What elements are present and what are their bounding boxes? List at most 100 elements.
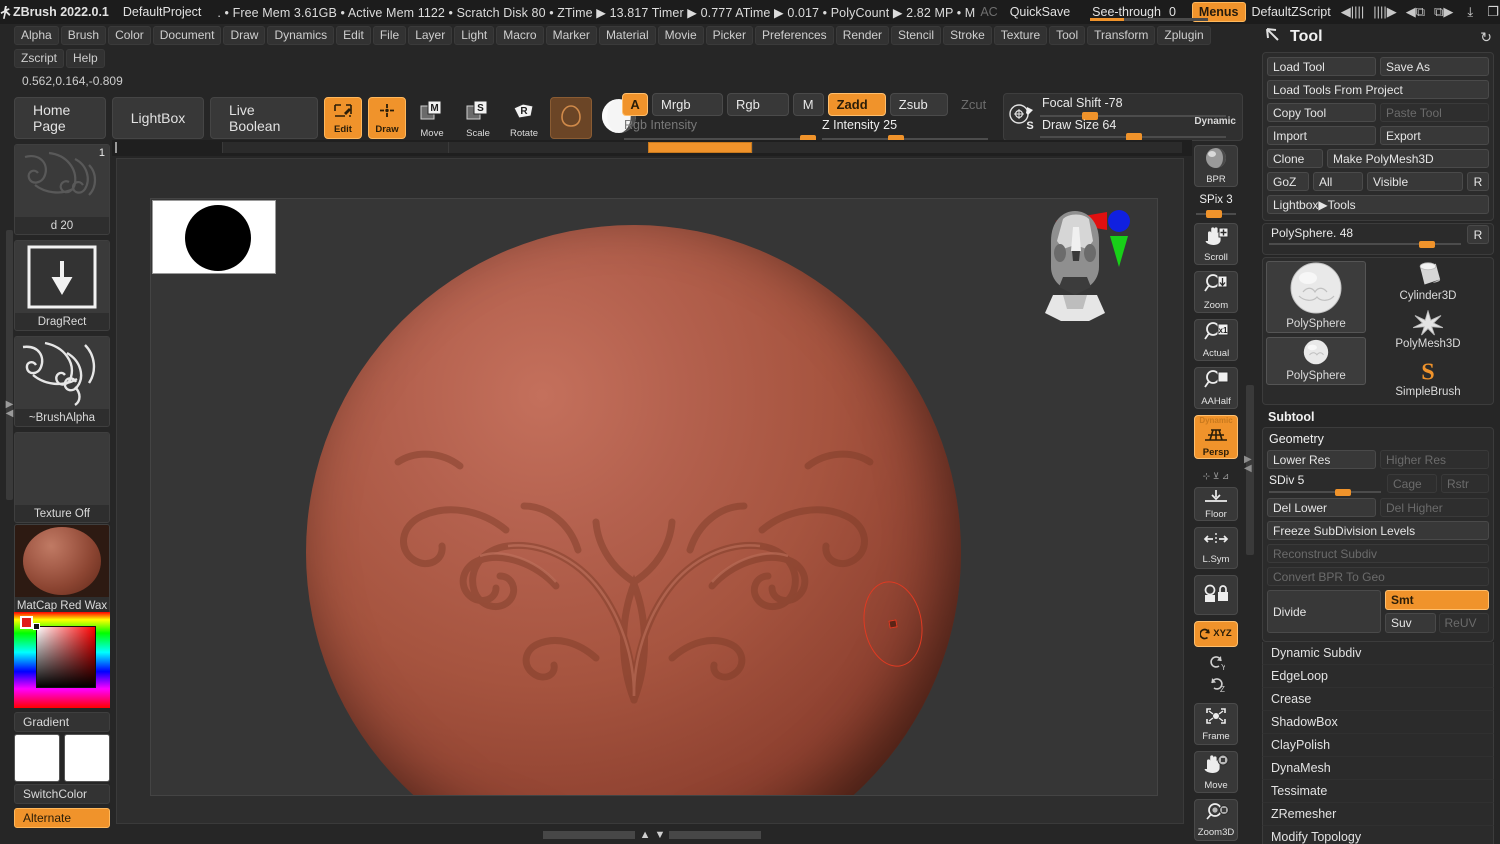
import-button[interactable]: Import [1267, 126, 1376, 145]
document-bottom-scrollbar[interactable]: ▲ ▼ [112, 826, 1192, 844]
lower-res-button[interactable]: Lower Res [1267, 450, 1376, 469]
menu-item-light[interactable]: Light [454, 26, 494, 45]
scroll-button[interactable]: Scroll [1194, 223, 1238, 265]
sdiv-knob[interactable] [1335, 489, 1351, 496]
gradient-button[interactable]: Gradient [14, 712, 110, 732]
list-item-dynamic-subdiv[interactable]: Dynamic Subdiv [1262, 642, 1494, 665]
menu-item-color[interactable]: Color [108, 26, 151, 45]
menu-item-zplugin[interactable]: Zplugin [1157, 26, 1210, 45]
zoom-3d-button[interactable]: Zoom3D [1194, 799, 1238, 841]
menu-item-render[interactable]: Render [836, 26, 889, 45]
right-tray-collapse-icon[interactable]: ||||▶ [1373, 4, 1397, 20]
tool-item-polysphere-large[interactable]: PolySphere [1266, 261, 1366, 333]
document-top-scrollbar[interactable] [112, 140, 1192, 156]
menu-item-movie[interactable]: Movie [658, 26, 704, 45]
menu-item-alpha[interactable]: Alpha [14, 26, 59, 45]
del-lower-button[interactable]: Del Lower [1267, 498, 1376, 517]
menu-item-file[interactable]: File [373, 26, 406, 45]
tool-item-simplebrush[interactable]: S SimpleBrush [1370, 357, 1486, 401]
dynamic-label[interactable]: Dynamic [1194, 116, 1236, 127]
tray-arrow-left-icon[interactable]: ◀ [6, 409, 14, 418]
ornamented-sphere-model[interactable] [306, 225, 961, 796]
mrgb-button[interactable]: Mrgb [652, 93, 723, 116]
see-through-track[interactable] [1090, 18, 1208, 21]
scale-mode-button[interactable]: S Scale [458, 97, 498, 139]
switchcolor-button[interactable]: SwitchColor [14, 784, 110, 804]
maximize-icon[interactable]: ❐ [1487, 4, 1499, 20]
material-palette-slot[interactable]: MatCap Red Wax [14, 524, 110, 615]
lightbox-button[interactable]: LightBox [112, 97, 204, 139]
left-tray-collapse-icon[interactable]: ◀|||| [1341, 4, 1365, 20]
paste-tool-button[interactable]: Paste Tool [1380, 103, 1489, 122]
edit-mode-button[interactable]: Edit [324, 97, 362, 139]
sdiv-slider[interactable]: SDiv 5 [1267, 473, 1383, 494]
menu-item-edit[interactable]: Edit [336, 26, 371, 45]
cage-button[interactable]: Cage [1387, 474, 1437, 493]
back-chevron-icon[interactable] [1264, 26, 1282, 49]
freeze-subdivision-levels-button[interactable]: Freeze SubDivision Levels [1267, 521, 1489, 540]
list-item-crease[interactable]: Crease [1262, 688, 1494, 711]
export-button[interactable]: Export [1380, 126, 1489, 145]
rgb-button[interactable]: Rgb [727, 93, 789, 116]
higher-res-button[interactable]: Higher Res [1380, 450, 1489, 469]
reconstruct-subdiv-button[interactable]: Reconstruct Subdiv [1267, 544, 1489, 563]
m-button[interactable]: M [793, 93, 824, 116]
reset-circular-arrow-icon[interactable]: ↻ [1480, 29, 1492, 46]
persp-button[interactable]: Dynamic Persp [1194, 415, 1238, 459]
transparency-button[interactable] [1194, 575, 1238, 615]
left-tray-scrollbar[interactable] [6, 230, 13, 500]
scroll-up-icon[interactable]: ▲ [640, 829, 650, 841]
floor-axes-row[interactable]: ⊹ ⊻ ⊿ [1194, 465, 1238, 487]
goz-r-button[interactable]: R [1467, 172, 1489, 191]
list-item-zremesher[interactable]: ZRemesher [1262, 803, 1494, 826]
subtool-section-title[interactable]: Subtool [1256, 405, 1500, 427]
make-polymesh3d-button[interactable]: Make PolyMesh3D [1327, 149, 1489, 168]
stroke-palette-slot[interactable]: DragRect [14, 240, 110, 331]
tool-select-slider[interactable]: PolySphere. 48 R [1267, 226, 1489, 247]
menu-item-dynamics[interactable]: Dynamics [267, 26, 334, 45]
rotate-z-button[interactable]: Z [1194, 675, 1238, 697]
left-shelf-toggle-icon[interactable]: ◀⧉ [1406, 4, 1425, 20]
load-tools-from-project-button[interactable]: Load Tools From Project [1267, 80, 1489, 99]
list-item-modify-topology[interactable]: Modify Topology [1262, 826, 1494, 844]
list-item-edgeloop[interactable]: EdgeLoop [1262, 665, 1494, 688]
list-item-tessimate[interactable]: Tessimate [1262, 780, 1494, 803]
navigation-head-gizmo[interactable] [1029, 201, 1147, 321]
scrollbar-left-bar[interactable] [543, 831, 635, 839]
goz-button[interactable]: GoZ [1267, 172, 1309, 191]
minimize-icon[interactable]: ⤓ [1467, 4, 1473, 20]
see-through-slider[interactable]: See-through 0 [1082, 0, 1186, 24]
document-scroll-handle[interactable] [648, 142, 752, 153]
menu-item-transform[interactable]: Transform [1087, 26, 1155, 45]
menu-item-stroke[interactable]: Stroke [943, 26, 992, 45]
menu-item-stencil[interactable]: Stencil [891, 26, 941, 45]
material-slot-button[interactable] [550, 97, 592, 139]
floor-axes-icons[interactable]: ⊹ ⊻ ⊿ [1203, 471, 1230, 482]
color-picker[interactable] [14, 612, 110, 708]
zoom-button[interactable]: Zoom [1194, 271, 1238, 313]
live-boolean-button[interactable]: Live Boolean [210, 97, 318, 139]
move-3d-button[interactable]: Move [1194, 751, 1238, 793]
menu-item-tool[interactable]: Tool [1049, 26, 1085, 45]
shelf-arrow-left-icon[interactable]: ◀ [1244, 464, 1252, 473]
rstr-button[interactable]: Rstr [1441, 474, 1489, 493]
load-tool-button[interactable]: Load Tool [1267, 57, 1376, 76]
menu-item-picker[interactable]: Picker [706, 26, 753, 45]
frame-button[interactable]: Frame [1194, 703, 1238, 745]
bpr-button[interactable]: BPR [1194, 145, 1238, 187]
goz-all-button[interactable]: All [1313, 172, 1363, 191]
aahalf-button[interactable]: AAHalf [1194, 367, 1238, 409]
menu-item-marker[interactable]: Marker [546, 26, 597, 45]
menu-item-help[interactable]: Help [66, 49, 105, 68]
tool-slider-r-button[interactable]: R [1467, 225, 1489, 244]
draw-mode-button[interactable]: Draw [368, 97, 406, 139]
tool-slider-knob[interactable] [1419, 241, 1435, 248]
zscript-label[interactable]: DefaultZScript [1252, 5, 1331, 19]
scroll-down-icon[interactable]: ▼ [655, 829, 665, 841]
menu-item-preferences[interactable]: Preferences [755, 26, 834, 45]
sdiv-track[interactable] [1269, 491, 1381, 493]
list-item-claypolish[interactable]: ClayPolish [1262, 734, 1494, 757]
clone-button[interactable]: Clone [1267, 149, 1323, 168]
divide-button[interactable]: Divide [1267, 590, 1381, 633]
menu-item-macro[interactable]: Macro [496, 26, 543, 45]
